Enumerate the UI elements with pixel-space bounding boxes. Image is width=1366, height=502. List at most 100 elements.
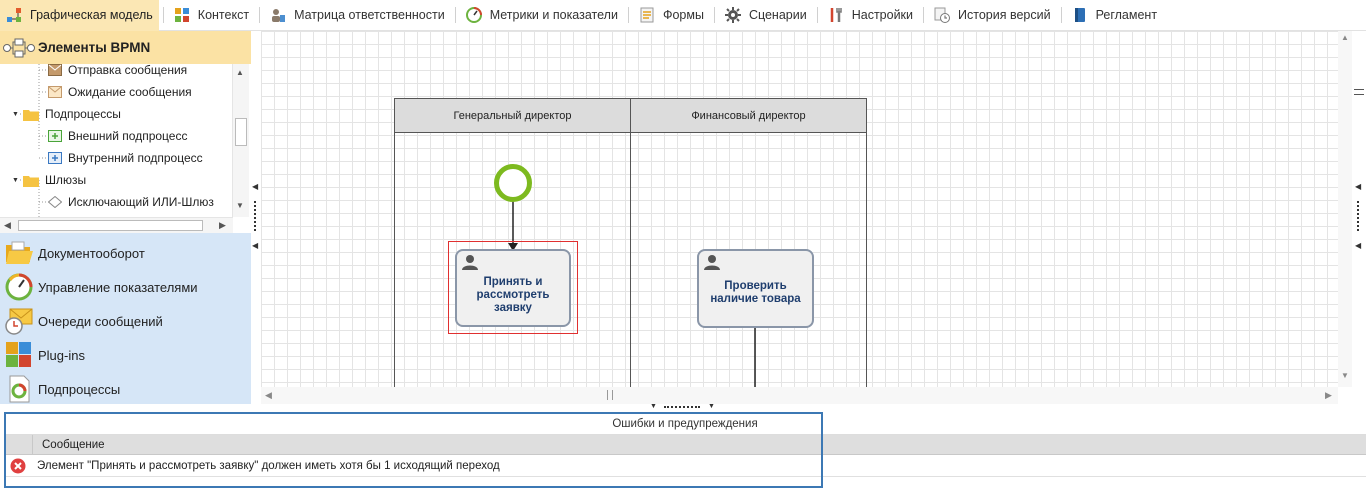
tree-item-label: Отправка сообщения xyxy=(68,64,188,77)
tab-label: Регламент xyxy=(1095,8,1158,22)
divider xyxy=(1060,7,1062,23)
divider xyxy=(259,7,261,23)
tab-settings[interactable]: Настройки xyxy=(822,0,919,31)
tab-graphical-model[interactable]: Графическая модель xyxy=(0,0,159,31)
scroll-left-icon[interactable]: ◀ xyxy=(265,390,272,401)
column-header-message[interactable]: Сообщение xyxy=(42,435,105,455)
user-icon xyxy=(462,255,478,270)
task-label: Принять и рассмотреть заявку xyxy=(476,275,550,314)
tree-item-exclusive-gateway[interactable]: Исключающий ИЛИ-Шлюз xyxy=(48,191,214,213)
tree-item-label: Ожидание сообщения xyxy=(68,85,192,99)
task-check-stock[interactable]: Проверить наличие товара xyxy=(697,249,814,328)
tab-label: Сценарии xyxy=(748,8,807,22)
scroll-thumb[interactable] xyxy=(18,220,203,231)
tab-label: Метрики и показатели xyxy=(489,8,618,22)
start-event[interactable] xyxy=(494,164,532,202)
bottom-splitter[interactable]: ▼ ▼ xyxy=(0,403,1366,412)
tree-horizontal-scrollbar[interactable]: ◀ ▶ xyxy=(0,217,233,233)
divider xyxy=(923,7,925,23)
puzzle-icon xyxy=(174,8,189,22)
scroll-up-icon[interactable]: ▲ xyxy=(236,68,244,77)
tree-folder-gateways[interactable]: ▼ Шлюзы xyxy=(12,169,86,191)
nav-item-label: Документооборот xyxy=(38,245,145,261)
bpmn-palette-header[interactable]: Элементы BPMN xyxy=(0,31,251,64)
tab-version-history[interactable]: История версий xyxy=(928,0,1057,31)
tab-label: История версий xyxy=(958,8,1051,22)
form-icon xyxy=(640,7,654,23)
tree-item-label: Исключающий ИЛИ-Шлюз xyxy=(68,195,214,209)
tree-item-label: Внешний подпроцесс xyxy=(68,129,188,143)
divider xyxy=(162,7,164,23)
error-row[interactable]: Элемент "Принять и рассмотреть заявку" д… xyxy=(4,455,1366,477)
tab-forms[interactable]: Формы xyxy=(633,0,710,31)
tree-folder-subprocesses[interactable]: ▼ Подпроцессы xyxy=(12,103,121,125)
scroll-right-icon[interactable]: ▶ xyxy=(219,220,226,231)
collapse-left-icon[interactable]: ◀ xyxy=(252,182,258,191)
canvas-vertical-scrollbar[interactable]: ▲ ▼ xyxy=(1338,31,1352,387)
tree-item-label: Подпроцессы xyxy=(44,107,121,121)
nav-item-kpi-management[interactable]: Управление показателями xyxy=(0,270,251,304)
swimlane-header: Генеральный директор xyxy=(395,99,630,133)
tab-metrics[interactable]: Метрики и показатели xyxy=(460,0,624,31)
tree-item-internal-subprocess[interactable]: Внутренний подпроцесс xyxy=(48,147,203,169)
task-label: Проверить наличие товара xyxy=(710,279,801,305)
scroll-up-icon[interactable]: ▲ xyxy=(1341,33,1349,42)
divider xyxy=(454,7,456,23)
scroll-right-icon[interactable]: ▶ xyxy=(1325,390,1332,401)
nav-item-plugins[interactable]: Plug-ins xyxy=(0,338,251,372)
folder-open-icon xyxy=(6,241,33,264)
splitter-grip[interactable] xyxy=(254,201,256,231)
tab-regulation[interactable]: Регламент xyxy=(1066,0,1163,31)
tree-item-send-message[interactable]: Отправка сообщения xyxy=(48,64,187,81)
error-icon xyxy=(10,458,26,474)
error-message: Элемент "Принять и рассмотреть заявку" д… xyxy=(37,460,500,472)
tab-context[interactable]: Контекст xyxy=(168,0,255,31)
tab-label: Формы xyxy=(662,8,704,22)
scroll-left-icon[interactable]: ◀ xyxy=(4,220,11,231)
left-panel: Элементы BPMN Отправка сообщения Ожидани… xyxy=(0,31,251,404)
collapse-down-icon[interactable]: ▼ xyxy=(708,403,715,410)
gauge-icon xyxy=(5,273,33,301)
scroll-down-icon[interactable]: ▼ xyxy=(1341,371,1349,380)
subprocess-doc-icon xyxy=(9,375,30,403)
nav-item-document-flow[interactable]: Документооборот xyxy=(0,236,251,270)
errors-panel-title: Ошибки и предупреждения xyxy=(4,414,1366,435)
collapse-arrow-icon[interactable]: ▼ xyxy=(12,177,19,184)
users-matrix-icon xyxy=(272,9,286,22)
tab-responsibility-matrix[interactable]: Матрица ответственности xyxy=(264,0,451,31)
collapse-right-icon[interactable]: ◀ xyxy=(1355,182,1361,191)
collapse-down-icon[interactable]: ▼ xyxy=(650,403,657,410)
receive-message-icon xyxy=(48,86,62,98)
errors-panel: Ошибки и предупреждения Сообщение Элемен… xyxy=(0,412,1366,502)
diagram-canvas[interactable]: Генеральный директор Финансовый директор… xyxy=(261,31,1338,387)
canvas-horizontal-scrollbar[interactable]: ◀ ▶ xyxy=(261,387,1338,404)
collapse-left-icon[interactable]: ◀ xyxy=(252,241,258,250)
puzzle-icon xyxy=(6,342,31,367)
scroll-thumb-grip[interactable] xyxy=(607,390,613,400)
gateway-icon xyxy=(48,196,62,208)
scroll-thumb[interactable] xyxy=(235,118,247,146)
tree-vertical-scrollbar[interactable]: ▲ ▼ xyxy=(232,64,249,217)
bpmn-elements-icon xyxy=(3,38,35,57)
book-icon xyxy=(1074,8,1085,22)
history-icon xyxy=(934,7,951,23)
nav-item-subprocesses[interactable]: Подпроцессы xyxy=(0,372,251,406)
splitter-grip[interactable] xyxy=(664,406,700,408)
folder-icon xyxy=(22,109,39,121)
tab-scenarios[interactable]: Сценарии xyxy=(719,0,813,31)
send-message-icon xyxy=(48,64,62,76)
tree-item-label: Внутренний подпроцесс xyxy=(68,151,203,165)
panel-splitter[interactable]: ◀ ◀ xyxy=(251,31,261,404)
tree-item-external-subprocess[interactable]: Внешний подпроцесс xyxy=(48,125,187,147)
nav-item-message-queues[interactable]: Очереди сообщений xyxy=(0,304,251,338)
collapse-right-icon[interactable]: ◀ xyxy=(1355,241,1361,250)
tree-item-receive-message[interactable]: Ожидание сообщения xyxy=(48,81,192,103)
task-accept-request[interactable]: Принять и рассмотреть заявку xyxy=(455,249,571,327)
header-gutter xyxy=(4,435,33,455)
menu-grip-icon[interactable] xyxy=(1354,89,1364,95)
splitter-grip[interactable] xyxy=(1357,201,1359,231)
collapse-arrow-icon[interactable]: ▼ xyxy=(12,111,19,118)
swimlane-financial-director[interactable]: Финансовый директор xyxy=(630,98,867,387)
folder-icon xyxy=(22,175,39,187)
scroll-down-icon[interactable]: ▼ xyxy=(236,201,244,210)
